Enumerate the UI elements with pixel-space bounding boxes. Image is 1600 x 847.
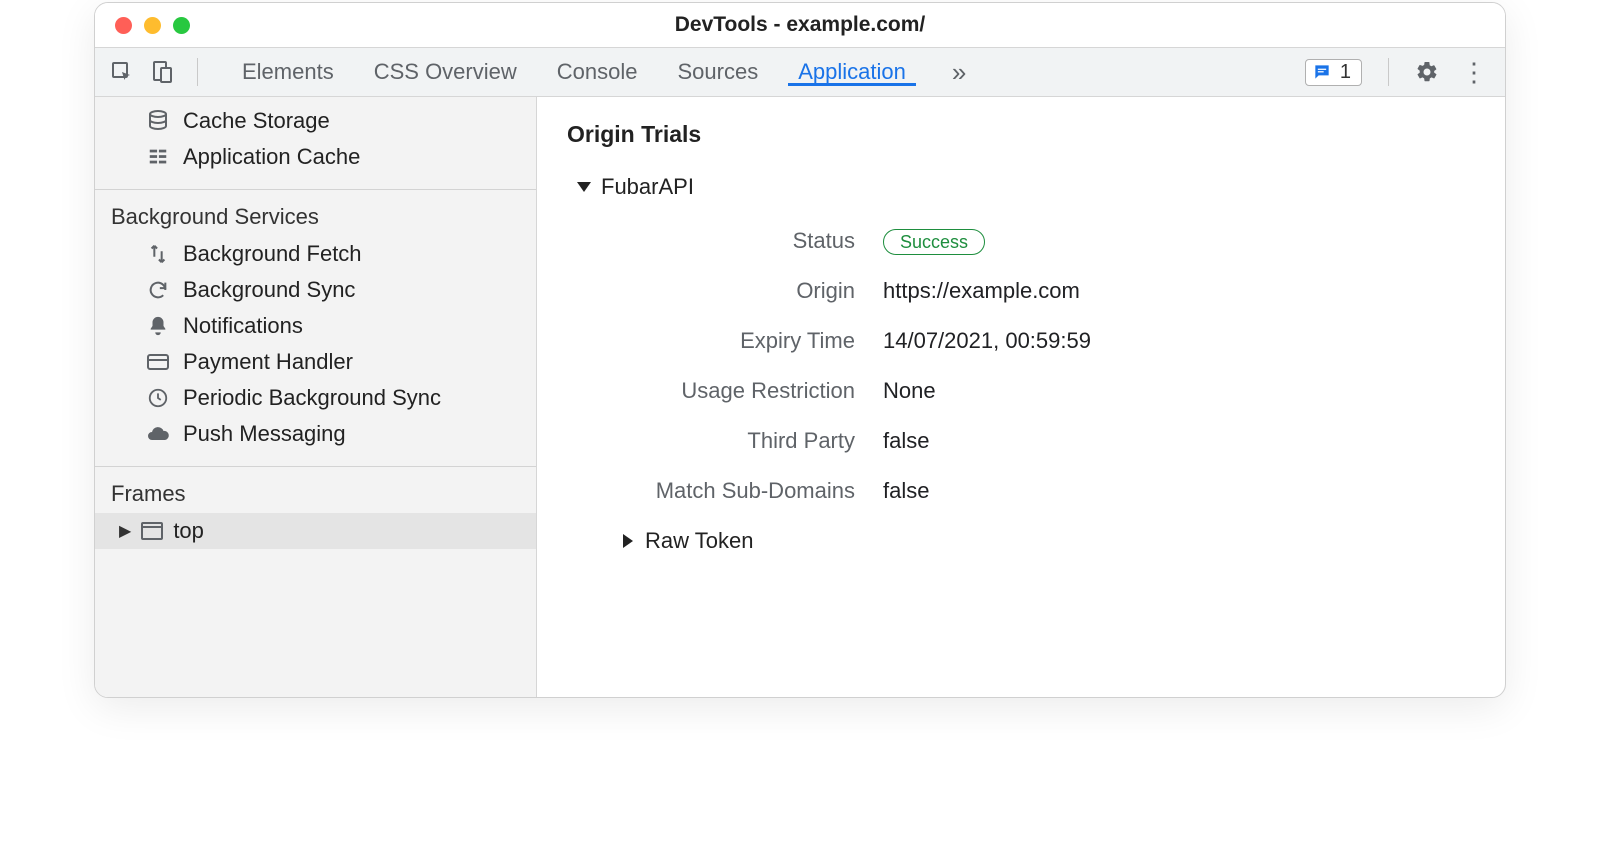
- maximize-window-button[interactable]: [173, 17, 190, 34]
- device-toggle-icon[interactable]: [149, 59, 175, 85]
- main-toolbar: Elements CSS Overview Console Sources Ap…: [95, 47, 1505, 97]
- settings-icon[interactable]: [1415, 60, 1439, 84]
- row-origin: Origin https://example.com: [623, 278, 1475, 304]
- label-expiry: Expiry Time: [623, 328, 883, 354]
- bell-icon: [145, 313, 171, 339]
- tab-sources[interactable]: Sources: [677, 59, 758, 85]
- trial-disclosure[interactable]: FubarAPI: [577, 174, 1475, 200]
- sidebar-item-label: Cache Storage: [183, 108, 330, 134]
- row-expiry: Expiry Time 14/07/2021, 00:59:59: [623, 328, 1475, 354]
- sidebar-item-label: Payment Handler: [183, 349, 353, 375]
- raw-token-label: Raw Token: [645, 528, 753, 554]
- separator: [197, 58, 198, 86]
- message-icon: [1312, 62, 1332, 82]
- sidebar-item-push-messaging[interactable]: Push Messaging: [95, 416, 536, 452]
- more-options-icon[interactable]: ⋮: [1457, 59, 1491, 85]
- sidebar-item-notifications[interactable]: Notifications: [95, 308, 536, 344]
- titlebar: DevTools - example.com/: [95, 3, 1505, 47]
- tab-console[interactable]: Console: [557, 59, 638, 85]
- sidebar-item-periodic-background-sync[interactable]: Periodic Background Sync: [95, 380, 536, 416]
- window-icon: [141, 522, 163, 540]
- sidebar-item-label: Background Fetch: [183, 241, 362, 267]
- credit-card-icon: [145, 349, 171, 375]
- sidebar-item-background-fetch[interactable]: Background Fetch: [95, 236, 536, 272]
- grid-icon: [145, 144, 171, 170]
- more-tabs-icon[interactable]: »: [952, 57, 966, 88]
- close-window-button[interactable]: [115, 17, 132, 34]
- section-heading: Origin Trials: [567, 121, 1475, 148]
- sidebar-item-label: Application Cache: [183, 144, 360, 170]
- toolbar-right: 1 ⋮: [1305, 58, 1491, 86]
- devtools-window: DevTools - example.com/ Elements CSS Ove…: [94, 2, 1506, 698]
- sidebar-item-label: Background Sync: [183, 277, 355, 303]
- trial-details: Status Success Origin https://example.co…: [623, 228, 1475, 504]
- value-status: Success: [883, 228, 985, 254]
- sidebar-item-label: Notifications: [183, 313, 303, 339]
- caret-right-icon: [623, 534, 633, 548]
- sidebar-header-frames: Frames: [95, 467, 536, 513]
- sidebar-item-label: Push Messaging: [183, 421, 346, 447]
- sidebar-item-label: top: [173, 518, 204, 544]
- row-usage-restriction: Usage Restriction None: [623, 378, 1475, 404]
- inspect-element-icon[interactable]: [109, 59, 135, 85]
- sidebar-item-cache-storage[interactable]: Cache Storage: [95, 103, 536, 139]
- tab-elements[interactable]: Elements: [242, 59, 334, 85]
- value-third-party: false: [883, 428, 929, 454]
- clock-icon: [145, 385, 171, 411]
- panel-body: Cache Storage Application Cache Backgrou…: [95, 97, 1505, 697]
- raw-token-disclosure[interactable]: Raw Token: [623, 528, 1475, 554]
- window-controls: [95, 17, 190, 34]
- caret-right-icon: ▶: [119, 521, 131, 541]
- row-third-party: Third Party false: [623, 428, 1475, 454]
- value-origin: https://example.com: [883, 278, 1080, 304]
- sidebar-item-label: Periodic Background Sync: [183, 385, 441, 411]
- issues-badge[interactable]: 1: [1305, 59, 1362, 86]
- label-status: Status: [623, 228, 883, 254]
- tab-css-overview[interactable]: CSS Overview: [374, 59, 517, 85]
- label-match-sub-domains: Match Sub-Domains: [623, 478, 883, 504]
- value-usage-restriction: None: [883, 378, 936, 404]
- sidebar-item-background-sync[interactable]: Background Sync: [95, 272, 536, 308]
- label-third-party: Third Party: [623, 428, 883, 454]
- caret-down-icon: [577, 182, 591, 192]
- database-icon: [145, 108, 171, 134]
- value-expiry: 14/07/2021, 00:59:59: [883, 328, 1091, 354]
- issues-count: 1: [1340, 61, 1351, 84]
- label-usage-restriction: Usage Restriction: [623, 378, 883, 404]
- panel-tabs: Elements CSS Overview Console Sources Ap…: [242, 57, 966, 88]
- minimize-window-button[interactable]: [144, 17, 161, 34]
- status-pill: Success: [883, 229, 985, 255]
- toolbar-left: Elements CSS Overview Console Sources Ap…: [109, 57, 966, 88]
- value-match-sub-domains: false: [883, 478, 929, 504]
- sidebar-item-application-cache[interactable]: Application Cache: [95, 139, 536, 175]
- sync-icon: [145, 277, 171, 303]
- sidebar-header-background-services: Background Services: [95, 190, 536, 236]
- tab-application[interactable]: Application: [798, 59, 906, 85]
- cloud-icon: [145, 421, 171, 447]
- row-status: Status Success: [623, 228, 1475, 254]
- sidebar-item-frame-top[interactable]: ▶ top: [95, 513, 536, 549]
- sidebar-item-payment-handler[interactable]: Payment Handler: [95, 344, 536, 380]
- window-title: DevTools - example.com/: [675, 13, 926, 37]
- label-origin: Origin: [623, 278, 883, 304]
- application-sidebar: Cache Storage Application Cache Backgrou…: [95, 97, 537, 697]
- content-pane: Origin Trials FubarAPI Status Success Or…: [537, 97, 1505, 697]
- trial-name: FubarAPI: [601, 174, 694, 200]
- transfer-icon: [145, 241, 171, 267]
- row-match-sub-domains: Match Sub-Domains false: [623, 478, 1475, 504]
- separator: [1388, 58, 1389, 86]
